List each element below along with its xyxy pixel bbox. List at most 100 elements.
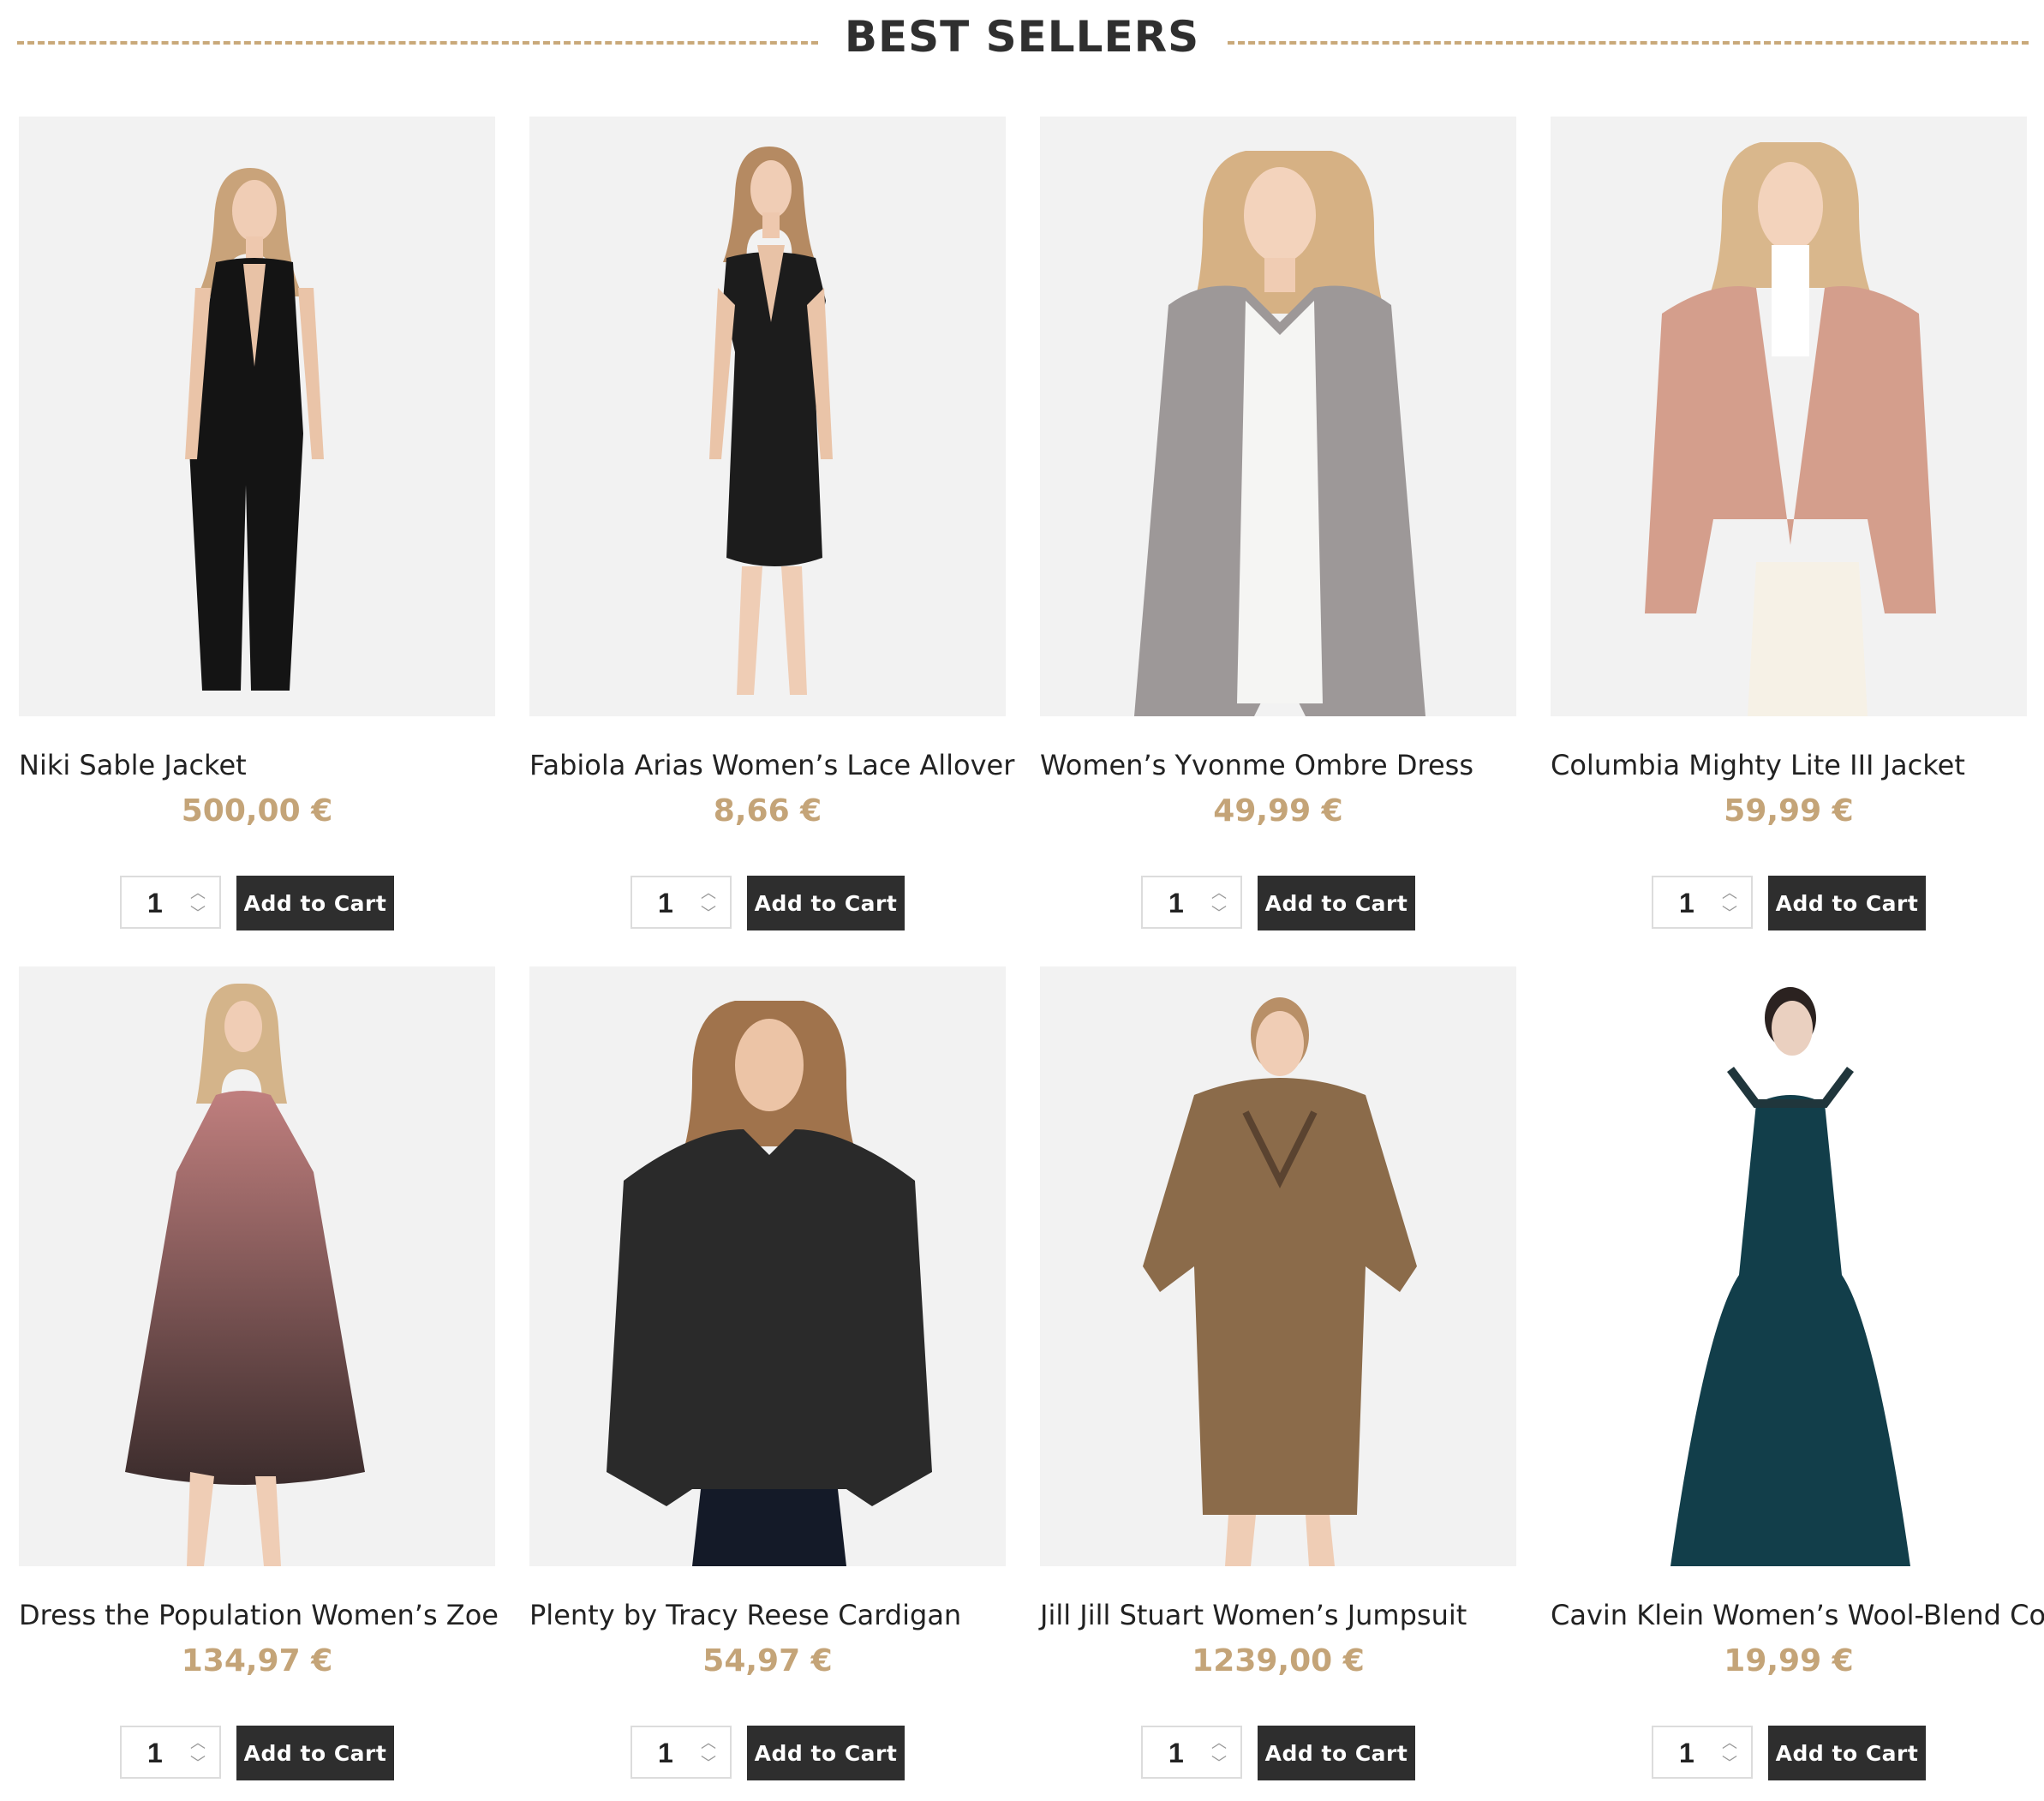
quantity-arrows: ︿ ﹀ xyxy=(188,884,207,924)
quantity-stepper[interactable]: 1 ︿ ﹀ xyxy=(120,876,221,929)
quantity-arrows: ︿ ﹀ xyxy=(188,1734,207,1774)
cart-row: 1 ︿ ﹀ Add to Cart xyxy=(1040,1726,1516,1780)
quantity-arrows: ︿ ﹀ xyxy=(699,1734,718,1774)
product-name[interactable]: Columbia Mighty Lite III Jacket xyxy=(1551,749,2044,781)
cart-row: 1 ︿ ﹀ Add to Cart xyxy=(529,876,1006,930)
chevron-up-icon[interactable]: ︿ xyxy=(1720,1734,1739,1751)
product-price: 500,00 € xyxy=(181,793,333,829)
cart-row: 1 ︿ ﹀ Add to Cart xyxy=(1040,876,1516,930)
add-to-cart-button[interactable]: Add to Cart xyxy=(747,876,905,930)
product-card: Niki Sable Jacket 500,00 € 1 ︿ ﹀ Add to … xyxy=(19,117,495,932)
product-photo-illustration xyxy=(709,147,833,695)
product-image[interactable] xyxy=(1040,966,1516,1566)
quantity-stepper[interactable]: 1 ︿ ﹀ xyxy=(120,1726,221,1779)
product-photo-illustration xyxy=(125,984,365,1566)
chevron-down-icon[interactable]: ﹀ xyxy=(699,1755,718,1772)
product-photo-illustration xyxy=(1134,151,1425,716)
product-name[interactable]: Jill Jill Stuart Women’s Jumpsuit xyxy=(1040,1599,1554,1631)
divider-right xyxy=(1228,41,2029,45)
quantity-value[interactable]: 1 xyxy=(147,1738,163,1769)
product-price: 8,66 € xyxy=(713,793,822,829)
quantity-value[interactable]: 1 xyxy=(658,1738,673,1769)
quantity-arrows: ︿ ﹀ xyxy=(1210,1734,1228,1774)
product-photo-illustration xyxy=(1143,997,1417,1566)
product-price: 19,99 € xyxy=(1724,1643,1854,1678)
chevron-up-icon[interactable]: ︿ xyxy=(188,884,207,901)
chevron-up-icon[interactable]: ︿ xyxy=(699,1734,718,1751)
add-to-cart-button[interactable]: Add to Cart xyxy=(236,876,394,930)
add-to-cart-button[interactable]: Add to Cart xyxy=(236,1726,394,1780)
quantity-value[interactable]: 1 xyxy=(1168,888,1184,919)
product-price: 49,99 € xyxy=(1213,793,1343,829)
product-card: Cavin Klein Women’s Wool-Blend Coat 19,9… xyxy=(1551,966,2044,1782)
product-image[interactable] xyxy=(19,117,495,716)
product-grid: Niki Sable Jacket 500,00 € 1 ︿ ﹀ Add to … xyxy=(19,117,2044,1782)
product-image[interactable] xyxy=(1040,117,1516,716)
quantity-arrows: ︿ ﹀ xyxy=(699,884,718,924)
product-card: Women’s Yvonme Ombre Dress 49,99 € 1 ︿ ﹀… xyxy=(1040,117,1516,932)
product-name[interactable]: Cavin Klein Women’s Wool-Blend Coat xyxy=(1551,1599,2044,1631)
add-to-cart-button[interactable]: Add to Cart xyxy=(1768,876,1926,930)
product-image[interactable] xyxy=(1551,117,2027,716)
chevron-down-icon[interactable]: ﹀ xyxy=(188,905,207,922)
product-image[interactable] xyxy=(1551,966,2027,1566)
product-price: 1239,00 € xyxy=(1192,1643,1365,1678)
quantity-value[interactable]: 1 xyxy=(1679,1738,1694,1769)
product-name[interactable]: Fabiola Arias Women’s Lace Allover xyxy=(529,749,1043,781)
cart-row: 1 ︿ ﹀ Add to Cart xyxy=(529,1726,1006,1780)
quantity-arrows: ︿ ﹀ xyxy=(1720,884,1739,924)
product-photo-illustration xyxy=(1645,142,1936,716)
cart-row: 1 ︿ ﹀ Add to Cart xyxy=(1551,1726,2027,1780)
chevron-up-icon[interactable]: ︿ xyxy=(188,1734,207,1751)
product-image[interactable] xyxy=(19,966,495,1566)
product-name[interactable]: Women’s Yvonme Ombre Dress xyxy=(1040,749,1554,781)
product-photo-illustration xyxy=(1670,987,1910,1566)
quantity-value[interactable]: 1 xyxy=(147,888,163,919)
cart-row: 1 ︿ ﹀ Add to Cart xyxy=(19,876,495,930)
cart-row: 1 ︿ ﹀ Add to Cart xyxy=(1551,876,2027,930)
quantity-stepper[interactable]: 1 ︿ ﹀ xyxy=(631,1726,732,1779)
product-price: 54,97 € xyxy=(702,1643,833,1678)
chevron-down-icon[interactable]: ﹀ xyxy=(1210,1755,1228,1772)
add-to-cart-button[interactable]: Add to Cart xyxy=(1768,1726,1926,1780)
quantity-stepper[interactable]: 1 ︿ ﹀ xyxy=(1141,876,1242,929)
chevron-down-icon[interactable]: ﹀ xyxy=(699,905,718,922)
quantity-value[interactable]: 1 xyxy=(1679,888,1694,919)
quantity-value[interactable]: 1 xyxy=(1168,1738,1184,1769)
chevron-up-icon[interactable]: ︿ xyxy=(699,884,718,901)
chevron-down-icon[interactable]: ﹀ xyxy=(1210,905,1228,922)
chevron-up-icon[interactable]: ︿ xyxy=(1210,884,1228,901)
product-card: Dress the Population Women’s Zoe 134,97 … xyxy=(19,966,499,1782)
chevron-down-icon[interactable]: ﹀ xyxy=(1720,1755,1739,1772)
quantity-arrows: ︿ ﹀ xyxy=(1720,1734,1739,1774)
add-to-cart-button[interactable]: Add to Cart xyxy=(747,1726,905,1780)
product-image[interactable] xyxy=(529,117,1006,716)
quantity-value[interactable]: 1 xyxy=(658,888,673,919)
product-card: Plenty by Tracy Reese Cardigan 54,97 € 1… xyxy=(529,966,1006,1782)
product-name[interactable]: Niki Sable Jacket xyxy=(19,749,533,781)
quantity-stepper[interactable]: 1 ︿ ﹀ xyxy=(1652,1726,1753,1779)
chevron-down-icon[interactable]: ﹀ xyxy=(188,1755,207,1772)
product-image[interactable] xyxy=(529,966,1006,1566)
add-to-cart-button[interactable]: Add to Cart xyxy=(1258,876,1415,930)
add-to-cart-button[interactable]: Add to Cart xyxy=(1258,1726,1415,1780)
section-header: BEST SELLERS xyxy=(0,0,2044,86)
product-price: 59,99 € xyxy=(1724,793,1854,829)
product-price: 134,97 € xyxy=(181,1643,333,1678)
quantity-stepper[interactable]: 1 ︿ ﹀ xyxy=(631,876,732,929)
quantity-arrows: ︿ ﹀ xyxy=(1210,884,1228,924)
product-card: Jill Jill Stuart Women’s Jumpsuit 1239,0… xyxy=(1040,966,1516,1782)
chevron-up-icon[interactable]: ︿ xyxy=(1720,884,1739,901)
product-name[interactable]: Plenty by Tracy Reese Cardigan xyxy=(529,1599,1043,1631)
product-photo-illustration xyxy=(607,1001,932,1566)
cart-row: 1 ︿ ﹀ Add to Cart xyxy=(19,1726,495,1780)
quantity-stepper[interactable]: 1 ︿ ﹀ xyxy=(1652,876,1753,929)
chevron-down-icon[interactable]: ﹀ xyxy=(1720,905,1739,922)
product-card: Fabiola Arias Women’s Lace Allover 8,66 … xyxy=(529,117,1014,932)
quantity-stepper[interactable]: 1 ︿ ﹀ xyxy=(1141,1726,1242,1779)
chevron-up-icon[interactable]: ︿ xyxy=(1210,1734,1228,1751)
product-photo-illustration xyxy=(185,168,324,691)
product-card: Columbia Mighty Lite III Jacket 59,99 € … xyxy=(1551,117,2027,932)
section-title: BEST SELLERS xyxy=(844,12,1200,62)
product-name[interactable]: Dress the Population Women’s Zoe xyxy=(19,1599,533,1631)
